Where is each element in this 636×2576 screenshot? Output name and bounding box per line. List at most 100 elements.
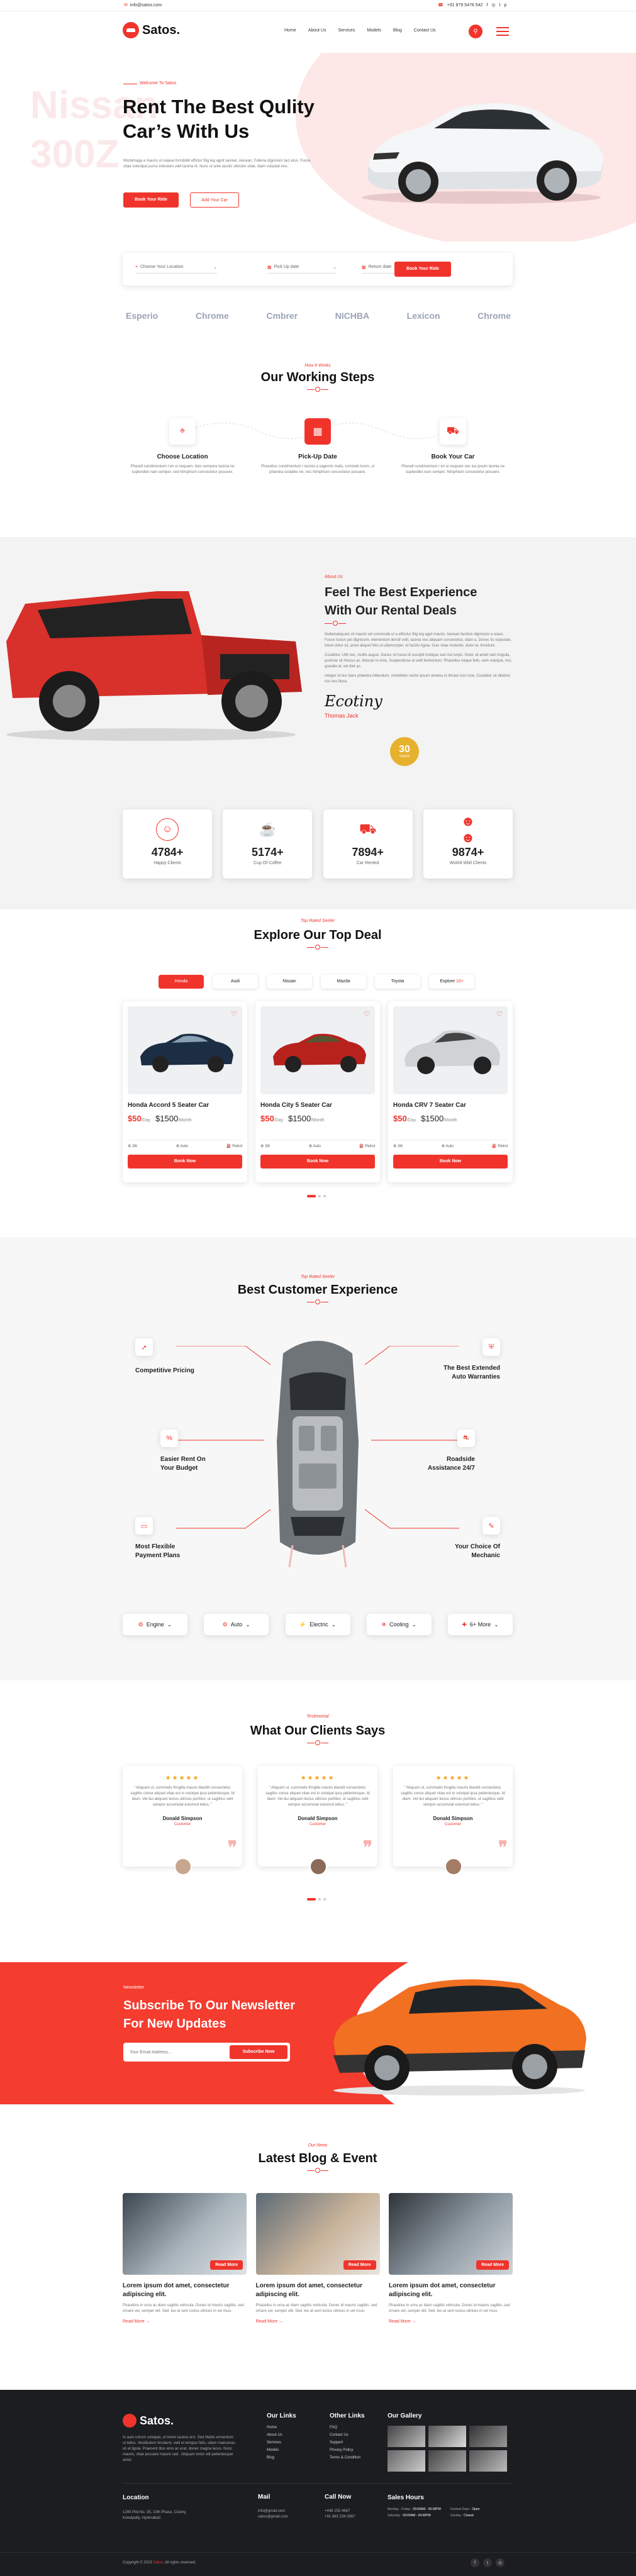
footer-link[interactable]: About Us (267, 2431, 296, 2439)
blog-image[interactable]: Read More (389, 2193, 513, 2275)
menu-icon[interactable] (496, 27, 509, 36)
blog-read-more[interactable]: Read More → (256, 2319, 380, 2324)
book-now-button[interactable]: Book Now (128, 1155, 242, 1169)
gallery-image[interactable] (388, 2450, 425, 2472)
carousel-dot[interactable] (318, 1195, 321, 1197)
tab-audi[interactable]: Audi (213, 975, 258, 989)
tab-explore[interactable]: Explore 10+ (429, 975, 474, 989)
carousel-dot[interactable] (318, 1898, 321, 1901)
blog-title[interactable]: adipiscing elit. (256, 2291, 380, 2298)
nav-models[interactable]: Models (367, 28, 381, 33)
footer-link[interactable]: Blog (267, 2454, 296, 2462)
logo[interactable]: Satos. (123, 22, 180, 38)
filter-electric[interactable]: ⚡ Electric ⌄ (285, 1614, 350, 1635)
blog-title[interactable]: Lorem ipsum dot amet, consectetur (123, 2282, 247, 2289)
pinterest-icon[interactable]: p (504, 3, 506, 8)
pickup-date-field[interactable]: ▦ Pick Up date ⌄ (267, 265, 337, 274)
footer-mail-2[interactable]: satos@gmail.com (258, 2514, 288, 2520)
gallery-image[interactable] (469, 2426, 507, 2447)
tab-mazda[interactable]: Mazda (321, 975, 366, 989)
filter-auto[interactable]: ⚙ Auto ⌄ (204, 1614, 269, 1635)
blog-badge[interactable]: Read More (343, 2260, 376, 2270)
copyright-post: . All rights reserved. (162, 2561, 196, 2565)
book-now-button[interactable]: Book Now (260, 1155, 375, 1169)
blog-image[interactable]: Read More (255, 2193, 380, 2275)
blog-badge[interactable]: Read More (476, 2260, 509, 2270)
search-icon[interactable]: ⚲ (469, 25, 483, 38)
footer-link[interactable]: Terms & Condition (330, 2454, 365, 2462)
footer-mail-1[interactable]: info@gmail.com (258, 2509, 288, 2514)
book-ride-button[interactable]: Book Your Ride (123, 192, 179, 208)
footer-link[interactable]: Services (267, 2439, 296, 2446)
filter-engine[interactable]: ⚙ Engine ⌄ (123, 1614, 187, 1635)
twitter-icon[interactable]: t (499, 3, 500, 8)
car-name[interactable]: Honda CRV 7 Seater Car (393, 1102, 508, 1109)
blog-title[interactable]: adipiscing elit. (123, 2291, 247, 2298)
filter-label: 6+ More (469, 1621, 491, 1628)
heart-icon[interactable]: ♡ (231, 1010, 237, 1018)
nav-contact[interactable]: Contact Us (414, 28, 436, 33)
newsletter-email-input[interactable] (123, 2043, 224, 2062)
footer-link[interactable]: Models (267, 2446, 296, 2454)
topbar-email[interactable]: info@satos.com (130, 3, 162, 8)
blog-read-more[interactable]: Read More → (389, 2319, 513, 2324)
tab-toyota[interactable]: Toyota (375, 975, 420, 989)
car-name[interactable]: Honda City 5 Seater Car (260, 1102, 375, 1109)
calendar-icon: ▦ (304, 418, 331, 445)
filter-more[interactable]: ✚ 6+ More ⌄ (448, 1614, 513, 1635)
heart-icon[interactable]: ♡ (364, 1010, 370, 1018)
avatar (174, 1858, 192, 1875)
car-name[interactable]: Honda Accord 5 Seater Car (128, 1102, 242, 1109)
carousel-dot[interactable] (323, 1195, 326, 1197)
footer-logo[interactable]: Satos. (123, 2414, 174, 2428)
carousel-dot-active[interactable] (307, 1898, 316, 1901)
facebook-icon[interactable]: f (486, 3, 488, 8)
twitter-icon[interactable]: t (483, 2558, 492, 2567)
gallery-image[interactable] (469, 2450, 507, 2472)
copyright-brand[interactable]: Satos (153, 2561, 162, 2565)
testimonial-card: ★★★★★ " Aliquam ul, commodo fringilla ma… (258, 1766, 377, 1875)
feature-right-3: ✎ Your Choice Of Mechanic (415, 1517, 500, 1559)
hours-row: Saturday : 09:00AM - 04:00PM (388, 2514, 431, 2518)
gallery-image[interactable] (428, 2450, 466, 2472)
car-monthly-price: $1500 (155, 1114, 179, 1123)
blog-title[interactable]: adipiscing elit. (389, 2291, 513, 2298)
newsletter-kicker: Newsletter (123, 1985, 145, 1990)
blog-read-more[interactable]: Read More → (123, 2319, 247, 2324)
gallery-image[interactable] (388, 2426, 425, 2447)
heart-icon[interactable]: ♡ (496, 1010, 503, 1018)
blog-title[interactable]: Lorem ipsum dot amet, consectetur (256, 2282, 380, 2289)
instagram-icon[interactable]: ◎ (491, 3, 495, 8)
blog-image[interactable]: Read More (123, 2193, 247, 2275)
footer-phone-2[interactable]: +91 893 234 0987 (325, 2514, 355, 2520)
book-now-button[interactable]: Book Now (393, 1155, 508, 1169)
footer-link[interactable]: Privacy Policy (330, 2446, 365, 2454)
carousel-dot[interactable] (323, 1898, 326, 1901)
add-car-button[interactable]: Add Your Car (190, 192, 239, 208)
blog-title[interactable]: Lorem ipsum dot amet, consectetur (389, 2282, 513, 2289)
blog-badge[interactable]: Read More (210, 2260, 243, 2270)
nav-home[interactable]: Home (284, 28, 296, 33)
subscribe-button[interactable]: Subscribe Now (230, 2045, 287, 2059)
facebook-icon[interactable]: f (471, 2558, 479, 2567)
footer-link[interactable]: Support (330, 2439, 365, 2446)
instagram-icon[interactable]: ◎ (496, 2558, 505, 2567)
brand-logos: Esperio Chrome Cmbrer NICHBA Lexicon Chr… (126, 311, 511, 321)
footer-phone-1[interactable]: +446 155 4667 (325, 2509, 355, 2514)
filter-cooling[interactable]: ❄ Cooling ⌄ (366, 1614, 432, 1635)
stat-value: 9874+ (452, 846, 484, 858)
footer-link[interactable]: Contact Us (330, 2431, 365, 2439)
carousel-dot-active[interactable] (307, 1195, 316, 1197)
tab-honda[interactable]: Honda (159, 975, 204, 989)
price-unit: /Day (141, 1118, 151, 1123)
nav-blog[interactable]: Blog (393, 28, 402, 33)
nav-about[interactable]: About Us (308, 28, 326, 33)
footer-link[interactable]: FAQ (330, 2424, 365, 2431)
tab-nissan[interactable]: Nissan (267, 975, 312, 989)
topbar-phone[interactable]: +91 879 5478 542 (447, 3, 483, 8)
nav-services[interactable]: Services (338, 28, 355, 33)
gallery-image[interactable] (428, 2426, 466, 2447)
search-submit-button[interactable]: Book Your Ride (394, 262, 451, 277)
location-field[interactable]: ⌖ Choose Your Location ⌄ (135, 265, 217, 274)
footer-link[interactable]: Home (267, 2424, 296, 2431)
